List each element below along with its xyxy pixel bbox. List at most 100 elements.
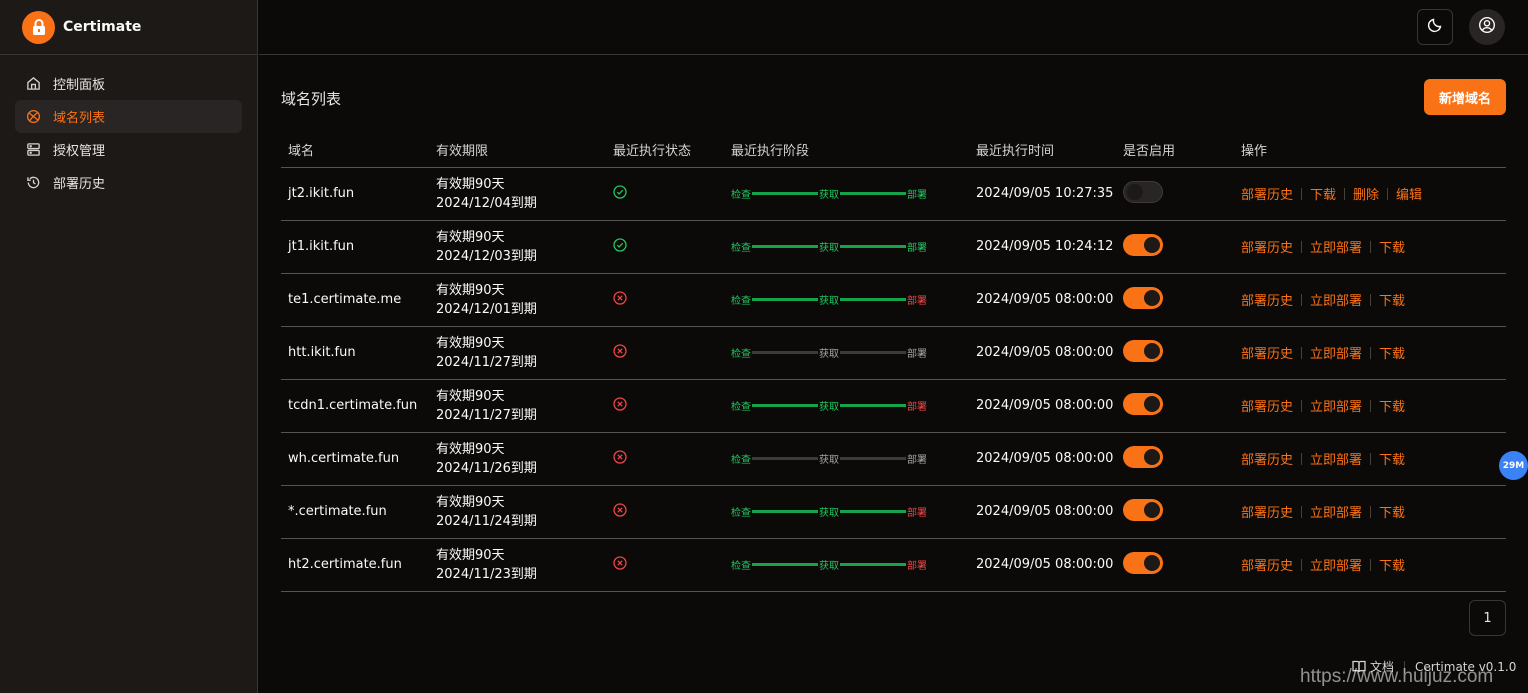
stage-obtain: 获取 [819,190,839,201]
expiry-date: 2024/11/26到期 [436,460,537,476]
status-cell [606,220,724,274]
column-header-status: 最近执行状态 [606,132,724,168]
row-actions: 部署历史 立即部署 下载 [1241,290,1506,309]
deploy-now-link[interactable]: 立即部署 [1310,343,1362,362]
stage-connector [840,192,906,195]
edit-link[interactable]: 编辑 [1396,184,1422,203]
table-row: jt2.ikit.fun 有效期90天 2024/12/04到期 检查 获取 部署 2024… [281,167,1506,221]
x-circle-icon [613,449,627,464]
column-header-domain: 域名 [281,132,429,168]
stage-cell: 检查 获取 部署 [724,432,969,486]
validity-cell: 有效期90天 2024/12/04到期 [429,167,606,221]
brand-name: Certimate [63,19,142,35]
enabled-toggle[interactable] [1123,445,1163,468]
enabled-cell [1116,273,1234,327]
action-divider [1370,293,1372,306]
sidebar-item-history[interactable]: 部署历史 [15,166,242,199]
status-cell [606,273,724,327]
download-link[interactable]: 下载 [1379,502,1405,521]
stage-connector [752,510,818,513]
pagination-page-button[interactable]: 1 [1469,600,1506,636]
deploy-history-link[interactable]: 部署历史 [1241,449,1293,468]
stage-connector [752,351,818,354]
stage-progress: 检查 获取 部署 [731,451,969,466]
sidebar-item-access[interactable]: 授权管理 [15,133,242,166]
top-bar [259,0,1528,55]
floating-badge[interactable]: 29M [1499,451,1528,480]
stage-deploy: 部署 [907,561,927,572]
deploy-history-link[interactable]: 部署历史 [1241,555,1293,574]
stage-obtain: 获取 [819,561,839,572]
stage-connector [752,404,818,407]
download-link[interactable]: 下载 [1379,449,1405,468]
action-divider [1301,399,1303,412]
check-circle-icon [613,184,627,199]
download-link[interactable]: 下载 [1379,237,1405,256]
column-header-validity: 有效期限 [429,132,606,168]
stage-check: 检查 [731,190,751,201]
brand[interactable]: Certimate [0,0,257,55]
deploy-history-link[interactable]: 部署历史 [1241,396,1293,415]
time-cell: 2024/09/05 08:00:00 [969,379,1116,433]
enabled-toggle[interactable] [1123,233,1163,256]
enabled-toggle[interactable] [1123,286,1163,309]
stage-cell: 检查 获取 部署 [724,220,969,274]
add-domain-button[interactable]: 新增域名 [1424,79,1506,115]
deploy-history-link[interactable]: 部署历史 [1241,184,1293,203]
domain-cell: htt.ikit.fun [281,326,429,380]
row-actions: 部署历史 立即部署 下载 [1241,343,1506,362]
download-link[interactable]: 下载 [1379,290,1405,309]
download-link[interactable]: 下载 [1379,396,1405,415]
stage-obtain: 获取 [819,296,839,307]
enabled-cell [1116,379,1234,433]
enabled-toggle[interactable] [1123,180,1163,203]
stage-connector [840,298,906,301]
enabled-cell [1116,167,1234,221]
validity-period: 有效期90天 [436,441,505,457]
actions-cell: 部署历史 立即部署 下载 [1234,432,1506,486]
deploy-now-link[interactable]: 立即部署 [1310,449,1362,468]
enabled-toggle[interactable] [1123,498,1163,521]
deploy-history-link[interactable]: 部署历史 [1241,343,1293,362]
sidebar-nav: 控制面板 域名列表 授权管理 部署历史 [0,55,257,211]
user-circle-icon [1478,16,1496,38]
deploy-now-link[interactable]: 立即部署 [1310,555,1362,574]
download-link[interactable]: 下载 [1310,184,1336,203]
deploy-now-link[interactable]: 立即部署 [1310,290,1362,309]
enabled-toggle[interactable] [1123,339,1163,362]
delete-link[interactable]: 删除 [1353,184,1379,203]
sidebar-item-dashboard[interactable]: 控制面板 [15,67,242,100]
column-header-enabled: 是否启用 [1116,132,1234,168]
deploy-history-link[interactable]: 部署历史 [1241,502,1293,521]
deploy-now-link[interactable]: 立即部署 [1310,237,1362,256]
deploy-history-link[interactable]: 部署历史 [1241,290,1293,309]
status-cell [606,485,724,539]
stage-connector [840,245,906,248]
actions-cell: 部署历史 立即部署 下载 [1234,538,1506,592]
stage-cell: 检查 获取 部署 [724,379,969,433]
deploy-now-link[interactable]: 立即部署 [1310,502,1362,521]
table-row: tcdn1.certimate.fun 有效期90天 2024/11/27到期 检查 获… [281,379,1506,433]
stage-progress: 检查 获取 部署 [731,398,969,413]
user-menu-button[interactable] [1469,9,1505,45]
actions-cell: 部署历史 立即部署 下载 [1234,220,1506,274]
theme-toggle-button[interactable] [1417,9,1453,45]
stage-cell: 检查 获取 部署 [724,538,969,592]
deploy-now-link[interactable]: 立即部署 [1310,396,1362,415]
deploy-history-link[interactable]: 部署历史 [1241,237,1293,256]
expiry-date: 2024/11/24到期 [436,513,537,529]
stage-check: 检查 [731,296,751,307]
action-divider [1370,558,1372,571]
expiry-date: 2024/11/27到期 [436,354,537,370]
sidebar-item-domains[interactable]: 域名列表 [15,100,242,133]
download-link[interactable]: 下载 [1379,555,1405,574]
time-cell: 2024/09/05 08:00:00 [969,485,1116,539]
toggle-knob [1144,289,1160,306]
action-divider [1370,240,1372,253]
enabled-toggle[interactable] [1123,551,1163,574]
download-link[interactable]: 下载 [1379,343,1405,362]
moon-icon [1427,17,1443,37]
status-cell [606,432,724,486]
table-row: ht2.certimate.fun 有效期90天 2024/11/23到期 检查 获取 部… [281,538,1506,592]
enabled-toggle[interactable] [1123,392,1163,415]
